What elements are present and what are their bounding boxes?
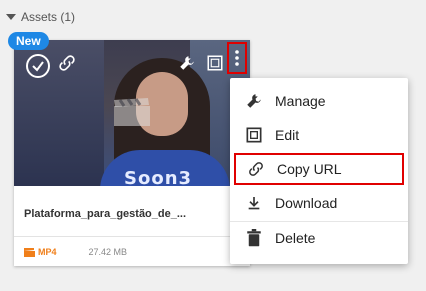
link-icon: [246, 159, 266, 179]
menu-item-label: Delete: [275, 230, 316, 246]
assets-section-header[interactable]: Assets (1): [6, 10, 75, 24]
new-badge: New: [8, 32, 49, 50]
menu-item-download[interactable]: Download: [230, 187, 408, 219]
menu-item-label: Manage: [275, 93, 326, 109]
asset-meta: MP4 27.42 MB: [24, 247, 127, 257]
card-divider: [14, 236, 250, 237]
download-icon: [244, 193, 264, 213]
format-label: MP4: [38, 247, 57, 257]
menu-item-copy-url[interactable]: Copy URL: [234, 153, 404, 185]
wrench-icon[interactable]: [176, 52, 198, 74]
wrench-icon: [244, 91, 264, 111]
menu-item-manage[interactable]: Manage: [230, 85, 408, 117]
collapse-caret-icon[interactable]: [6, 14, 16, 20]
menu-item-label: Download: [275, 195, 338, 211]
video-format-icon: [24, 247, 35, 257]
crop-edit-icon: [244, 125, 264, 145]
video-thumbnail[interactable]: Soon3: [14, 40, 250, 186]
file-size: 27.42 MB: [88, 247, 128, 257]
menu-item-label: Copy URL: [277, 161, 342, 177]
select-check-icon[interactable]: [26, 54, 50, 78]
context-menu: Manage Edit Copy URL Download Delete: [230, 78, 408, 264]
asset-title[interactable]: Plataforma_para_gestão_de_...: [24, 208, 240, 220]
menu-item-delete[interactable]: Delete: [230, 222, 408, 254]
thumbnail-shirt-text: Soon3: [124, 168, 193, 186]
more-options-button[interactable]: [227, 42, 247, 74]
format-badge: MP4: [24, 247, 57, 257]
asset-card[interactable]: Soon3 Plataforma_para_gestão_de_... MP4 …: [14, 40, 250, 266]
menu-item-label: Edit: [275, 127, 300, 143]
video-clapper-icon: [112, 96, 152, 133]
crop-edit-icon[interactable]: [204, 52, 226, 74]
assets-section-title: Assets (1): [21, 10, 76, 24]
menu-item-edit[interactable]: Edit: [230, 119, 408, 151]
link-icon[interactable]: [56, 52, 78, 74]
trash-icon: [244, 228, 264, 248]
